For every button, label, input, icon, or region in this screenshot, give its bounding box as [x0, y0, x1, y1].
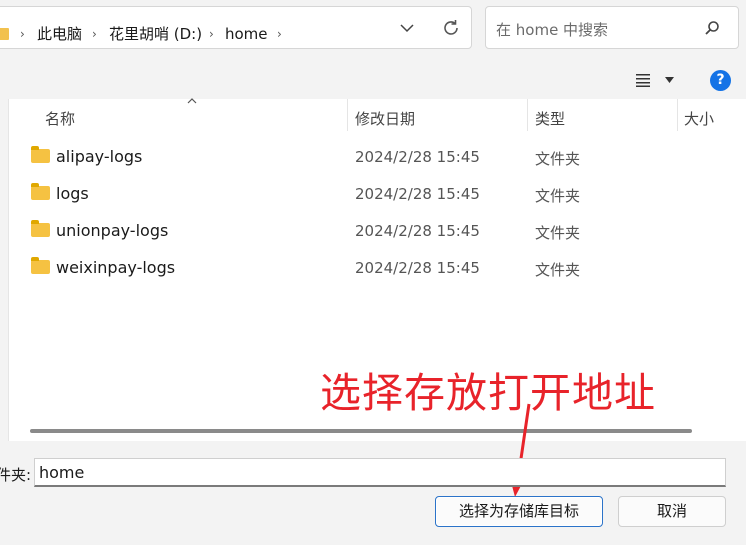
- folder-field-label: 件夹:: [0, 466, 32, 484]
- file-type: 文件夹: [535, 224, 581, 242]
- column-divider[interactable]: [527, 99, 528, 131]
- table-row[interactable]: logs 2024/2/28 15:45 文件夹: [8, 175, 746, 212]
- file-name: weixinpay-logs: [56, 258, 176, 277]
- cancel-button[interactable]: 取消: [618, 496, 726, 527]
- chevron-right-icon: ›: [209, 27, 214, 41]
- horizontal-scrollbar[interactable]: [30, 429, 692, 433]
- column-divider[interactable]: [347, 99, 348, 131]
- view-options-icon[interactable]: [636, 74, 652, 87]
- column-divider[interactable]: [677, 99, 678, 131]
- file-name: logs: [56, 184, 89, 203]
- column-header-type[interactable]: 类型: [535, 108, 565, 129]
- folder-icon: [31, 257, 50, 274]
- select-folder-button[interactable]: 选择为存储库目标: [435, 496, 603, 527]
- table-row[interactable]: alipay-logs 2024/2/28 15:45 文件夹: [8, 138, 746, 175]
- file-type: 文件夹: [535, 150, 581, 168]
- file-modified: 2024/2/28 15:45: [355, 222, 480, 240]
- chevron-right-icon: ›: [20, 27, 25, 41]
- table-row[interactable]: unionpay-logs 2024/2/28 15:45 文件夹: [8, 212, 746, 249]
- help-icon[interactable]: ?: [710, 70, 731, 91]
- chevron-right-icon[interactable]: ›: [277, 25, 282, 43]
- folder-icon: [31, 220, 50, 237]
- search-box[interactable]: 在 home 中搜索: [485, 6, 739, 49]
- breadcrumb-item-home[interactable]: home: [225, 25, 268, 43]
- column-header-modified[interactable]: 修改日期: [355, 108, 415, 129]
- file-name: unionpay-logs: [56, 221, 169, 240]
- chevron-down-icon[interactable]: [400, 23, 414, 33]
- breadcrumb-item-this-pc[interactable]: 此电脑: [37, 25, 82, 43]
- file-type: 文件夹: [535, 187, 581, 205]
- refresh-icon[interactable]: [441, 18, 461, 38]
- breadcrumb-item-drive-d[interactable]: 花里胡哨 (D:): [109, 25, 202, 43]
- file-modified: 2024/2/28 15:45: [355, 148, 480, 166]
- folder-icon: [31, 183, 50, 200]
- column-header-size[interactable]: 大小: [684, 108, 714, 129]
- annotation-text: 选择存放打开地址: [320, 369, 656, 417]
- file-modified: 2024/2/28 15:45: [355, 259, 480, 277]
- address-bar[interactable]: › 此电脑 › 花里胡哨 (D:) › home ›: [0, 6, 472, 49]
- file-type: 文件夹: [535, 261, 581, 279]
- toolbar: [0, 61, 746, 99]
- table-row[interactable]: weixinpay-logs 2024/2/28 15:45 文件夹: [8, 249, 746, 286]
- chevron-right-icon: ›: [92, 27, 97, 41]
- search-icon[interactable]: [704, 20, 720, 36]
- sort-ascending-icon: [187, 98, 197, 104]
- folder-name-input[interactable]: home: [34, 458, 726, 487]
- file-name: alipay-logs: [56, 147, 143, 166]
- file-modified: 2024/2/28 15:45: [355, 185, 480, 203]
- folder-icon: [31, 146, 50, 163]
- column-header-name[interactable]: 名称: [45, 108, 75, 129]
- search-input[interactable]: 在 home 中搜索: [496, 19, 608, 40]
- folder-icon: [0, 28, 9, 40]
- view-dropdown-icon[interactable]: [665, 77, 674, 83]
